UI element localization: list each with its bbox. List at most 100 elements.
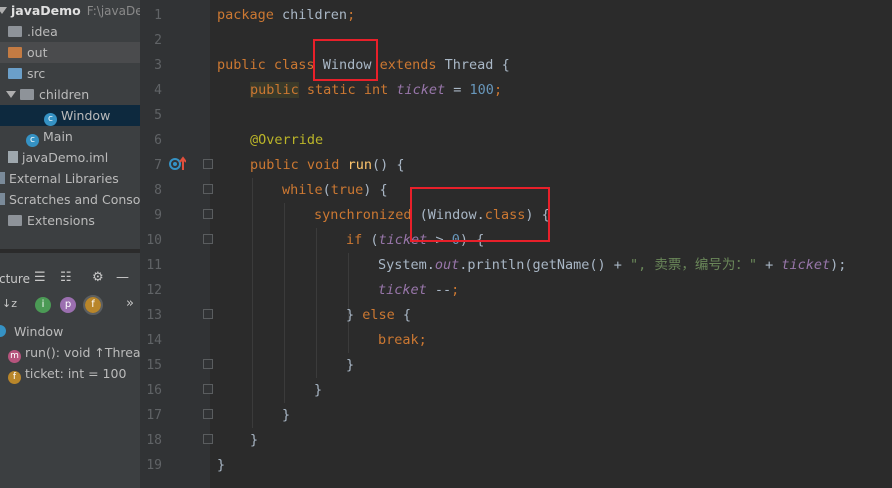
tree-item-external-libraries[interactable]: External Libraries xyxy=(0,168,140,189)
code-line-17: } xyxy=(282,407,291,423)
code-token: public xyxy=(250,82,299,98)
class-icon xyxy=(0,325,6,337)
code-token: out xyxy=(434,257,460,273)
tree-item-src[interactable]: src xyxy=(0,63,140,84)
show-fields-icon[interactable]: f xyxy=(83,295,103,315)
code-token: package xyxy=(217,7,274,23)
line-number: 3 xyxy=(154,58,162,73)
fold-marker[interactable] xyxy=(203,309,213,319)
tree-item-extensions[interactable]: Extensions xyxy=(0,210,140,231)
gear-icon[interactable]: ⚙ xyxy=(92,270,104,285)
line-number: 10 xyxy=(146,233,162,248)
tree-item-idea[interactable]: .idea xyxy=(0,21,140,42)
source-folder-icon xyxy=(8,68,22,79)
structure-title: cture xyxy=(0,272,30,286)
tree-item-label: Scratches and Console xyxy=(9,192,140,207)
tree-item-scratches[interactable]: Scratches and Console xyxy=(0,189,140,210)
library-icon xyxy=(0,172,5,184)
code-token: class xyxy=(273,57,315,73)
line-number: 16 xyxy=(146,383,162,398)
fold-marker[interactable] xyxy=(203,409,213,419)
code-token: static xyxy=(306,82,356,98)
code-token: ( xyxy=(322,182,331,198)
collapse-all-icon[interactable]: ☷ xyxy=(60,270,72,285)
code-line-8: while(true) { xyxy=(282,178,388,203)
fold-marker[interactable] xyxy=(203,209,213,219)
show-properties-icon[interactable]: p xyxy=(60,297,76,313)
code-line-19: } xyxy=(217,457,226,473)
code-token: ticket xyxy=(396,82,446,98)
tree-item-iml[interactable]: javaDemo.iml xyxy=(0,147,140,168)
tree-item-label: .idea xyxy=(27,24,58,39)
highlight-box-window xyxy=(313,39,378,81)
line-number: 2 xyxy=(154,33,162,48)
hide-icon[interactable]: — xyxy=(116,270,129,285)
code-line-6: @Override xyxy=(250,128,323,153)
code-line-1: package children; xyxy=(217,3,355,28)
indent-guide xyxy=(252,178,253,428)
code-line-14: break; xyxy=(378,328,427,353)
class-icon: c xyxy=(26,134,39,147)
tree-item-children[interactable]: children xyxy=(0,84,140,105)
line-number: 19 xyxy=(146,458,162,473)
fold-marker[interactable] xyxy=(203,384,213,394)
structure-member-run[interactable]: m run(): void ↑Threa xyxy=(0,342,140,363)
code-token: .println(getName() + xyxy=(459,257,630,273)
tree-item-label: out xyxy=(27,45,48,60)
expand-all-icon[interactable]: ☰ xyxy=(34,270,46,285)
override-marker-icon[interactable] xyxy=(168,155,187,173)
structure-toolbar: cture ☰ ☷ ⚙ — xyxy=(0,264,140,294)
indent-guide xyxy=(284,203,285,403)
tree-item-out[interactable]: out xyxy=(0,42,140,63)
line-number: 11 xyxy=(146,258,162,273)
tree-item-window[interactable]: c Window xyxy=(0,105,140,126)
indent-guide xyxy=(316,228,317,378)
code-token: ; xyxy=(493,82,503,98)
class-icon: c xyxy=(44,113,57,126)
folder-icon xyxy=(8,47,22,58)
code-token: ; xyxy=(347,7,356,23)
line-number: 13 xyxy=(146,308,162,323)
code-token: { xyxy=(394,307,412,323)
code-token: ticket xyxy=(781,257,831,273)
tree-item-label: Main xyxy=(43,129,73,144)
line-number: 12 xyxy=(146,283,162,298)
tree-item-main[interactable]: c Main xyxy=(0,126,140,147)
code-token: } xyxy=(346,307,363,323)
code-token: 100 xyxy=(469,82,494,98)
code-token: while xyxy=(282,182,323,198)
folder-icon xyxy=(8,215,22,226)
expand-icon[interactable] xyxy=(0,7,7,14)
sort-alpha-icon[interactable]: ↓z xyxy=(2,297,17,310)
tree-item-label: children xyxy=(39,87,90,102)
code-line-12: ticket --; xyxy=(378,278,459,303)
show-inherited-icon[interactable]: i xyxy=(35,297,51,313)
project-name: javaDemo xyxy=(11,3,81,18)
structure-member-label: ticket: int = 100 xyxy=(25,366,127,381)
project-path: F:\javaDem xyxy=(86,4,140,18)
code-token: void xyxy=(306,157,340,173)
fold-marker[interactable] xyxy=(203,159,213,169)
line-number: 17 xyxy=(146,408,162,423)
fold-marker[interactable] xyxy=(203,234,213,244)
more-icon[interactable]: » xyxy=(126,296,134,311)
expand-icon[interactable] xyxy=(6,91,16,98)
fold-marker[interactable] xyxy=(203,184,213,194)
code-line-4: public static int ticket = 100; xyxy=(250,78,502,103)
fold-marker[interactable] xyxy=(203,434,213,444)
code-token: ( xyxy=(362,232,379,248)
code-token: = xyxy=(445,82,470,98)
structure-class[interactable]: Window xyxy=(0,321,140,342)
method-icon: m xyxy=(8,350,21,363)
code-token: ; xyxy=(451,282,460,298)
structure-member-ticket[interactable]: f ticket: int = 100 xyxy=(0,363,140,384)
line-number: 6 xyxy=(154,133,162,148)
code-line-7: public void run() { xyxy=(250,153,404,178)
tree-root[interactable]: javaDemo F:\javaDem xyxy=(0,0,140,21)
fold-marker[interactable] xyxy=(203,359,213,369)
code-token: if xyxy=(346,232,363,248)
line-number: 7 xyxy=(154,158,162,173)
line-number: 18 xyxy=(146,433,162,448)
code-token: else xyxy=(362,307,395,323)
code-token: Thread { xyxy=(444,57,510,73)
